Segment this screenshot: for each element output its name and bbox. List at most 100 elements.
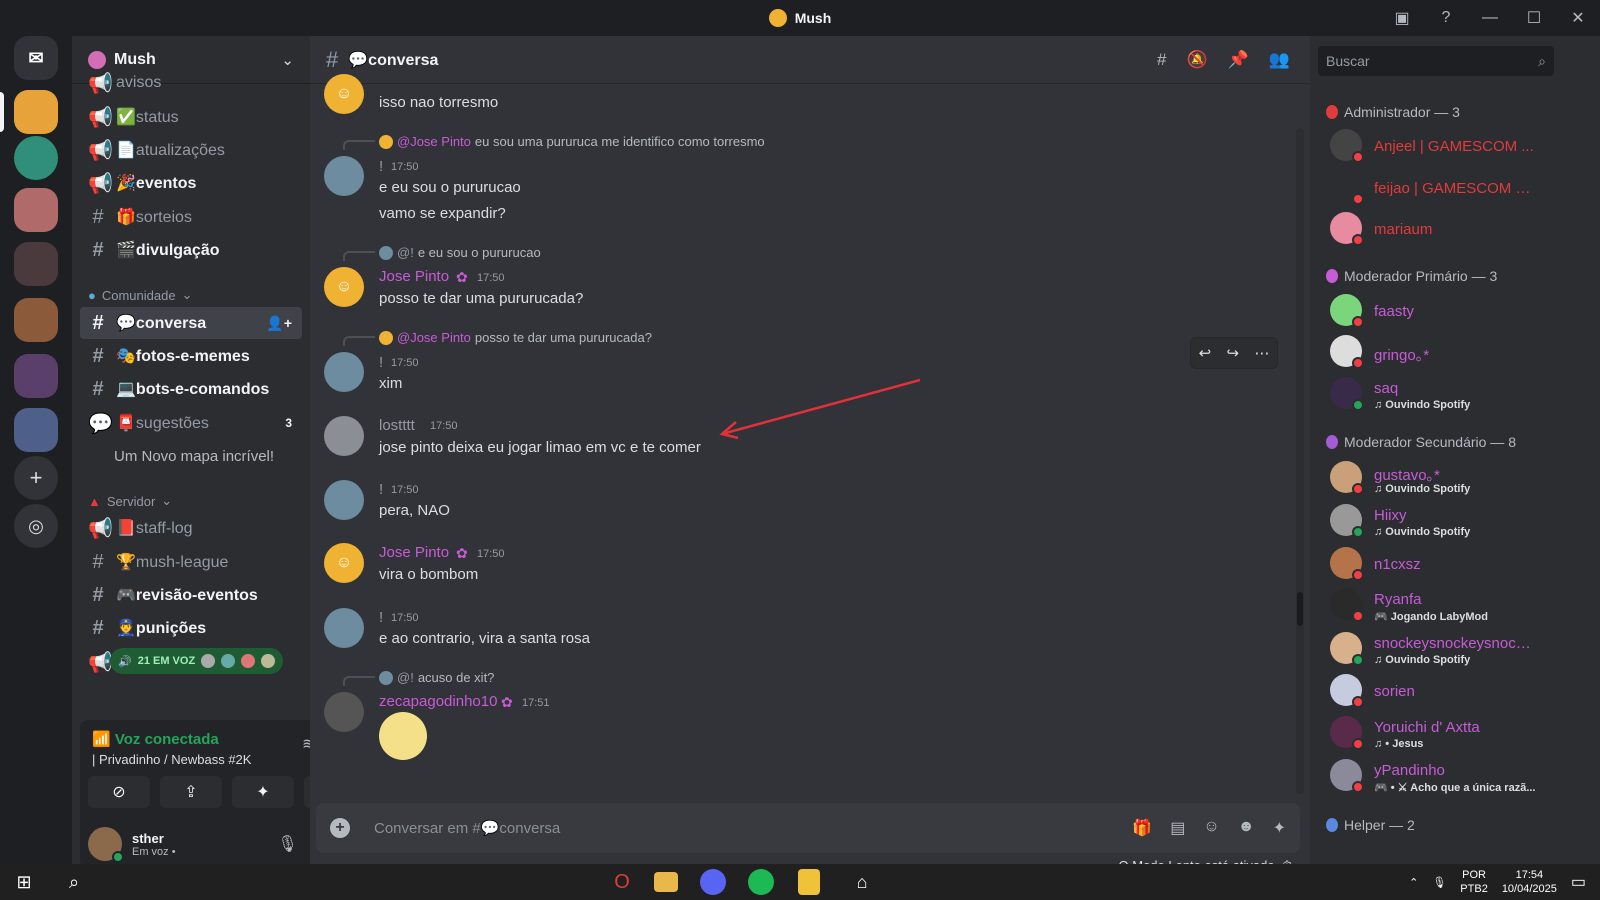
reply-preview[interactable]: @Jose Pinto posso te dar uma pururucada?	[379, 330, 652, 345]
screen-share-button[interactable]: ⇪	[160, 776, 222, 808]
add-attachment-icon[interactable]: +	[330, 818, 350, 838]
avatar[interactable]: ☺	[324, 74, 364, 114]
message-author[interactable]: !	[379, 158, 383, 175]
scrollbar-thumb[interactable]	[1297, 592, 1303, 626]
discord-home-icon[interactable]: ✉	[14, 36, 58, 80]
reply-preview[interactable]: @! e eu sou o pururucao	[379, 245, 541, 260]
pin-icon[interactable]: 📌	[1228, 50, 1249, 70]
avatar[interactable]	[324, 352, 364, 392]
server-folder-4[interactable]	[14, 354, 58, 398]
member-item[interactable]: n1cxsz	[1330, 544, 1580, 584]
channel-fotos-e-memes[interactable]: # 🎭fotos-e-memes	[80, 340, 302, 372]
channel-status[interactable]: 📢 ✅status	[80, 101, 302, 133]
channel-atualizacoes[interactable]: 📢 📄atualizações	[80, 134, 302, 166]
category-comunidade[interactable]: ● Comunidade ⌄	[88, 287, 192, 303]
app-icon[interactable]: ⌂	[846, 866, 878, 898]
message-input[interactable]: Conversar em #💬conversa	[374, 819, 1132, 837]
discord-icon[interactable]	[700, 869, 726, 895]
avatar[interactable]	[324, 608, 364, 648]
emoji-icon[interactable]: ☻	[1238, 818, 1255, 838]
channel-revisao-eventos[interactable]: # 🎮revisão-eventos	[80, 579, 302, 611]
channel-sorteios[interactable]: # 🎁sorteios	[80, 201, 302, 233]
member-item[interactable]: sorien	[1330, 671, 1580, 711]
inbox-icon[interactable]: ▣	[1380, 0, 1424, 36]
help-icon[interactable]: ?	[1424, 0, 1468, 36]
member-item[interactable]: Anjeel | GAMESCOM ...	[1330, 126, 1580, 166]
message-author[interactable]: lostttt	[379, 417, 415, 434]
threads-icon[interactable]: #	[1157, 50, 1166, 70]
member-item[interactable]: mariaum	[1330, 209, 1580, 249]
member-item[interactable]: feijao | GAMESCOM 2...	[1330, 168, 1580, 208]
avatar[interactable]	[324, 480, 364, 520]
server-icon-2[interactable]	[14, 136, 58, 180]
message-author[interactable]: !	[379, 354, 383, 371]
channel-sugestoes[interactable]: 💬 📮sugestões 3	[80, 407, 302, 439]
server-folder-2[interactable]	[14, 242, 58, 286]
category-servidor[interactable]: ▲ Servidor ⌄	[88, 493, 172, 509]
channel-staff-log[interactable]: 📢 📕staff-log	[80, 512, 302, 544]
sticker-icon[interactable]: ☺	[1203, 818, 1219, 838]
member-item[interactable]: yPandinho 🎮 • ⚔ Acho que a única razã...	[1330, 756, 1580, 796]
channel-punicoes[interactable]: # 👮punições	[80, 612, 302, 644]
add-server-icon[interactable]: +	[14, 456, 58, 500]
message-author[interactable]: !	[379, 481, 383, 498]
voice-channel-name[interactable]: | Privadinho / Newbass #2K	[92, 752, 251, 767]
server-folder-1[interactable]	[14, 188, 58, 232]
maximize-button[interactable]: ☐	[1512, 0, 1556, 36]
scrollbar-track[interactable]	[1296, 128, 1304, 794]
more-icon[interactable]: ⋯	[1254, 344, 1269, 362]
apps-icon[interactable]: ✦	[1273, 818, 1286, 838]
language-indicator[interactable]: POR PTB2	[1460, 868, 1488, 896]
server-folder-5[interactable]	[14, 408, 58, 452]
member-list-icon[interactable]: 👥	[1269, 50, 1290, 70]
sticker-image[interactable]	[379, 712, 427, 760]
avatar[interactable]: ☺	[324, 543, 364, 583]
opera-icon[interactable]: O	[606, 866, 638, 898]
message-author[interactable]: zecapagodinho10	[379, 693, 497, 710]
avatar[interactable]	[324, 416, 364, 456]
channel-bots-e-comandos[interactable]: # 💻bots-e-comandos	[80, 373, 302, 405]
channel-conversa[interactable]: # 💬conversa 👤+	[80, 307, 302, 339]
gif-icon[interactable]: ▤	[1170, 818, 1185, 838]
channel-mush-league[interactable]: # 🏆mush-league	[80, 546, 302, 578]
search-icon[interactable]: ⌕	[50, 864, 98, 900]
forward-icon[interactable]: ↪	[1227, 344, 1240, 362]
channel-voice-row[interactable]: 📢	[80, 646, 113, 678]
member-item[interactable]: Yoruichi d' Axtta ♫ • Jesus	[1330, 713, 1580, 753]
explore-servers-icon[interactable]: ◎	[14, 504, 58, 548]
member-item[interactable]: saq ♫ Ouvindo Spotify	[1330, 374, 1580, 414]
microphone-icon[interactable]: 🎙	[277, 834, 297, 854]
reply-icon[interactable]: ↩	[1199, 344, 1212, 362]
channel-eventos[interactable]: 📢 🎉eventos	[80, 167, 302, 199]
server-icon-mush[interactable]	[14, 90, 58, 134]
activities-button[interactable]: ✦	[232, 776, 294, 808]
member-item[interactable]: Hiixy ♫ Ouvindo Spotify	[1330, 501, 1580, 541]
message-author[interactable]: Jose Pinto	[379, 268, 449, 285]
member-item[interactable]: gustavo｡* ♫ Ouvindo Spotify	[1330, 458, 1580, 498]
camera-off-button[interactable]: ⊘	[88, 776, 150, 808]
avatar[interactable]	[324, 692, 364, 732]
member-item[interactable]: snockeysnockeysnock... ♫ Ouvindo Spotify	[1330, 629, 1580, 669]
reply-preview[interactable]: @Jose Pinto eu sou uma pururuca me identi…	[379, 134, 765, 149]
message-author[interactable]: !	[379, 609, 383, 626]
member-item[interactable]: Ryanfa 🎮 Jogando LabyMod	[1330, 585, 1580, 625]
mute-bell-icon[interactable]: 🔕	[1186, 50, 1207, 70]
channel-avisos[interactable]: 📢 avisos	[80, 72, 302, 95]
server-folder-3[interactable]	[14, 298, 58, 342]
notification-icon[interactable]: ▭	[1571, 872, 1586, 892]
message-author[interactable]: Jose Pinto	[379, 544, 449, 561]
windows-start-icon[interactable]: ⊞	[0, 864, 48, 900]
member-item[interactable]: gringo｡*	[1330, 332, 1580, 372]
avatar[interactable]: ☺	[324, 267, 364, 307]
chevron-up-icon[interactable]: ⌃	[1409, 876, 1418, 889]
close-button[interactable]: ✕	[1556, 0, 1600, 36]
search-input[interactable]: Buscar ⌕	[1318, 46, 1554, 76]
member-item[interactable]: faasty	[1330, 291, 1580, 331]
message-composer[interactable]: + Conversar em #💬conversa 🎁 ▤ ☺ ☻ ✦	[316, 803, 1300, 853]
minimize-button[interactable]: —	[1468, 0, 1512, 36]
voice-count-pill[interactable]: 🔊 21 EM VOZ	[110, 648, 284, 674]
shield-icon[interactable]	[798, 869, 820, 895]
avatar[interactable]	[324, 156, 364, 196]
clock[interactable]: 17:54 10/04/2025	[1502, 868, 1557, 896]
add-member-icon[interactable]: 👤+	[266, 315, 292, 332]
